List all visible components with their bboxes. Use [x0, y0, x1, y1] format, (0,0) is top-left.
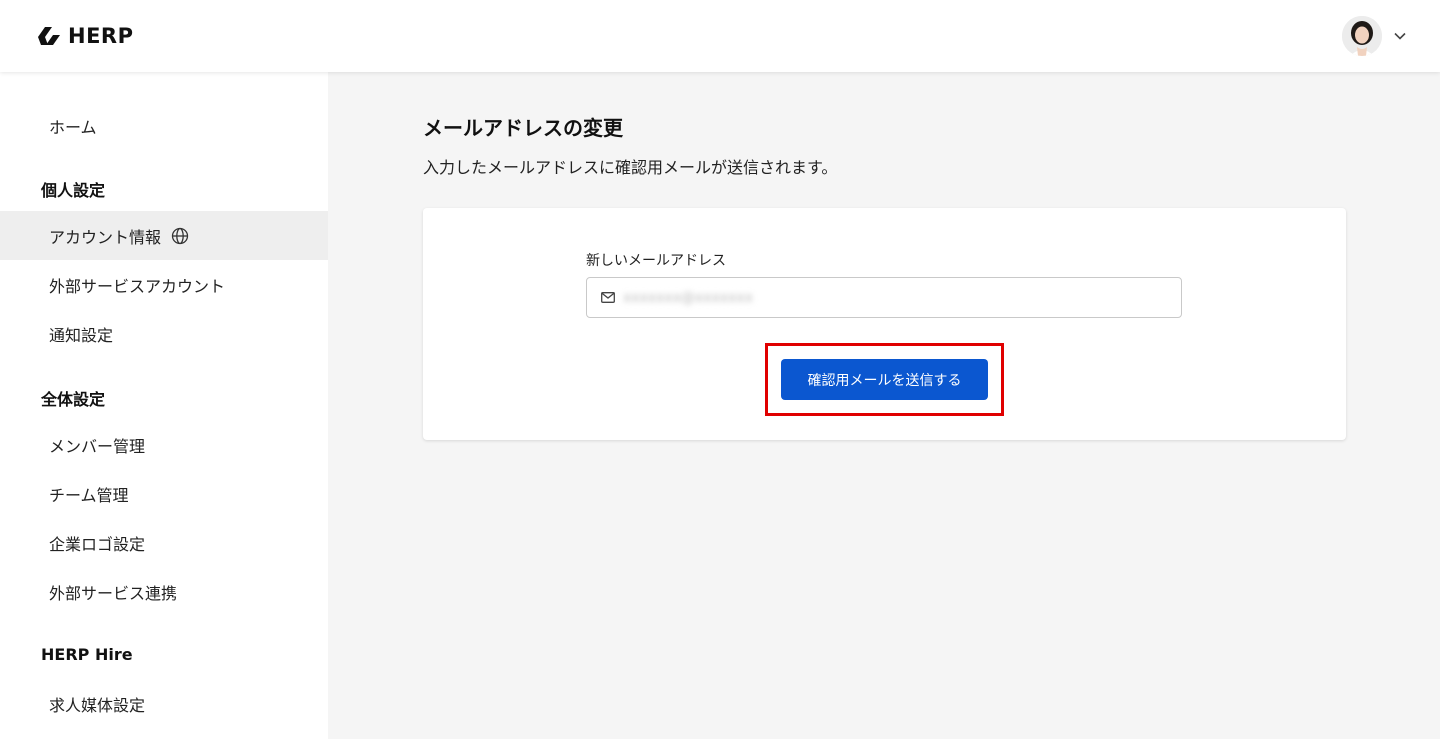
page-description: 入力したメールアドレスに確認用メールが送信されます。: [423, 158, 838, 177]
email-field-label: 新しいメールアドレス: [586, 253, 726, 269]
sidebar-item-label: ホーム: [49, 117, 97, 137]
sidebar-item-label: アカウント情報: [49, 227, 162, 247]
sidebar-heading-global: 全体設定: [41, 390, 106, 409]
sidebar-item-label: チーム管理: [49, 485, 129, 505]
chevron-down-icon[interactable]: [1394, 32, 1406, 40]
sidebar-item-notification-settings[interactable]: 通知設定: [0, 309, 328, 358]
user-avatar[interactable]: [1342, 16, 1382, 56]
sidebar-item-external-service-account[interactable]: 外部サービスアカウント: [0, 260, 328, 309]
sidebar-item-label: 外部サービスアカウント: [49, 276, 226, 296]
sidebar-item-label: 求人媒体設定: [49, 695, 146, 715]
sidebar-heading-personal: 個人設定: [41, 181, 106, 200]
sidebar-heading-herp-hire: HERP Hire: [41, 645, 133, 664]
sidebar-item-label: メンバー管理: [49, 436, 146, 456]
sidebar-item-member-management[interactable]: メンバー管理: [0, 420, 328, 469]
sidebar-item-external-integration[interactable]: 外部サービス連携: [0, 567, 328, 616]
herp-logo-icon: [38, 27, 60, 45]
app-header: HERP: [0, 0, 1440, 72]
brand-name: HERP: [68, 24, 134, 48]
sidebar-item-label: 外部サービス連携: [49, 583, 178, 603]
sidebar-item-label: 通知設定: [49, 325, 114, 345]
globe-icon: [171, 227, 189, 245]
sidebar: ホーム 個人設定 アカウント情報 外部サービスアカウント 通知設定 全体設定 メ…: [0, 72, 328, 739]
sidebar-item-company-logo[interactable]: 企業ロゴ設定: [0, 518, 328, 567]
mail-icon: [601, 292, 615, 303]
sidebar-item-job-media[interactable]: 求人媒体設定: [0, 679, 328, 728]
user-menu[interactable]: [1342, 16, 1406, 56]
sidebar-item-account-info[interactable]: アカウント情報: [0, 211, 328, 260]
sidebar-item-home[interactable]: ホーム: [0, 101, 328, 150]
email-change-card: 新しいメールアドレス 確認用メールを送信する: [423, 208, 1346, 440]
send-confirmation-button[interactable]: 確認用メールを送信する: [781, 359, 988, 400]
sidebar-item-label: 企業ロゴ設定: [49, 534, 146, 554]
sidebar-item-team-management[interactable]: チーム管理: [0, 469, 328, 518]
herp-logo[interactable]: HERP: [36, 22, 133, 50]
page-title: メールアドレスの変更: [423, 116, 623, 140]
email-input[interactable]: [623, 289, 1163, 306]
main-content: メールアドレスの変更 入力したメールアドレスに確認用メールが送信されます。 新し…: [328, 72, 1440, 739]
email-field[interactable]: [586, 277, 1182, 318]
